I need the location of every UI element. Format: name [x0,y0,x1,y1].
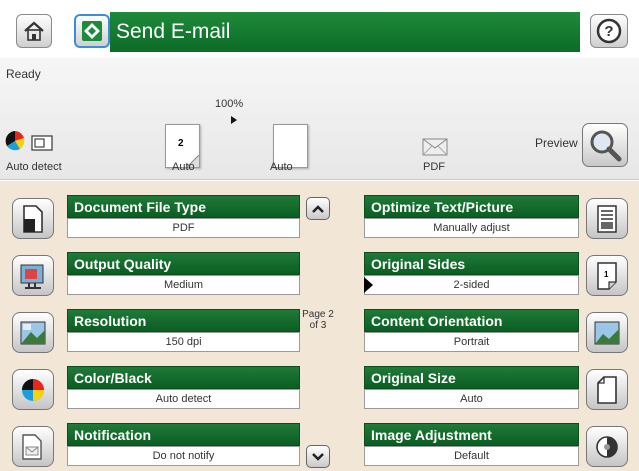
magnifier-icon [590,130,622,162]
status-area: Ready Auto detect 2 Auto 100% Auto PDF P… [0,58,639,180]
scroll-down-button[interactable] [306,445,330,468]
email-icon [422,138,448,156]
help-icon: ? [596,18,622,44]
option-resolution[interactable]: Resolution 150 dpi [12,309,300,356]
original-size-icon [586,369,628,410]
option-title: Original Size [364,366,579,389]
option-title: Optimize Text/Picture [364,195,579,218]
next-arrow-icon[interactable] [231,116,237,124]
header: Send E-mail ? [0,0,639,58]
option-notification[interactable]: Notification Do not notify [12,423,300,470]
option-original-size[interactable]: Original Size Auto [336,366,628,413]
optimize-text-picture-icon [586,198,628,239]
chevron-up-icon [312,204,324,213]
page-indicator: Page 2 of 3 [300,309,336,331]
option-value: 2-sided [364,275,579,295]
page2-label: Auto [270,161,293,173]
option-title: Content Orientation [364,309,579,332]
svg-text:?: ? [604,23,613,40]
option-image-adjustment[interactable]: Image Adjustment Default [336,423,628,470]
output-quality-icon [12,255,54,296]
preview-button[interactable] [582,123,628,167]
option-value: 150 dpi [67,332,300,352]
option-value: Default [364,446,579,466]
color-black-icon [12,369,54,410]
option-title: Color/Black [67,366,300,389]
page-indicator-line2: of 3 [309,320,327,331]
option-value: Medium [67,275,300,295]
start-icon [82,21,102,41]
page-number: 2 [178,138,184,149]
option-document-file-type[interactable]: Document File Type PDF [12,195,300,242]
option-content-orientation[interactable]: Content Orientation Portrait [336,309,628,356]
home-button[interactable] [16,14,52,48]
notification-icon [12,426,54,467]
image-adjustment-icon [586,426,628,467]
svg-text:1: 1 [604,270,609,279]
content-orientation-icon [586,312,628,353]
option-title: Resolution [67,309,300,332]
option-value: Auto [364,389,579,409]
page-title: Send E-mail [116,20,231,43]
selected-marker-icon [364,277,373,293]
help-button[interactable]: ? [590,14,628,48]
option-color-black[interactable]: Color/Black Auto detect [12,366,300,413]
option-output-quality[interactable]: Output Quality Medium [12,252,300,299]
home-icon [24,21,44,41]
option-value: PDF [67,218,300,238]
color-mode-label: Auto detect [6,161,62,173]
document-file-icon [12,198,54,239]
page1-label: Auto [172,161,195,173]
status-text: Ready [6,67,41,81]
option-title: Original Sides [364,252,579,275]
option-title: Output Quality [67,252,300,275]
format-label: PDF [423,161,445,173]
resolution-icon [12,312,54,353]
original-sides-icon: 1 [586,255,628,296]
option-value: Auto detect [67,389,300,409]
option-original-sides[interactable]: Original Sides 2-sided 1 [336,252,628,299]
start-button[interactable] [74,14,110,48]
option-optimize-text-picture[interactable]: Optimize Text/Picture Manually adjust [336,195,628,242]
title-bar: Send E-mail [110,12,580,52]
scan-size-icon [31,135,53,151]
page-indicator-line1: Page 2 [302,309,334,320]
option-value: Portrait [364,332,579,352]
option-value: Do not notify [67,446,300,466]
option-title: Notification [67,423,300,446]
option-title: Document File Type [67,195,300,218]
zoom-level: 100% [215,98,244,110]
color-mode-icon [5,131,25,151]
option-title: Image Adjustment [364,423,579,446]
scroll-up-button[interactable] [306,197,330,220]
chevron-down-icon [312,452,324,461]
option-value: Manually adjust [364,218,579,238]
preview-label: Preview [535,136,578,150]
